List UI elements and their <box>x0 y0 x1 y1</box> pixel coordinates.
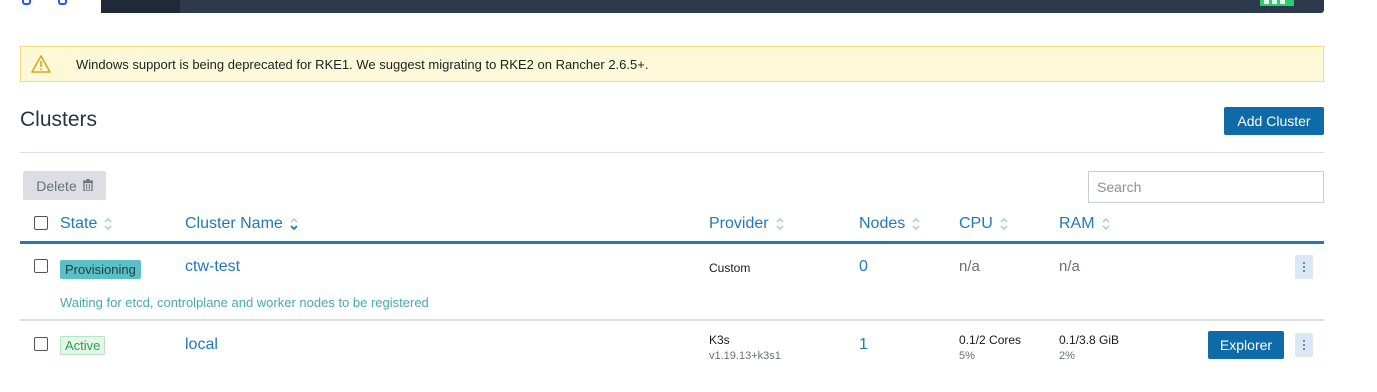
delete-button[interactable]: Delete <box>23 171 106 200</box>
provider-text: Custom <box>709 261 751 275</box>
column-label: Provider <box>709 215 769 232</box>
top-nav-bar <box>101 0 1324 13</box>
column-label: State <box>60 215 98 232</box>
page-title: Clusters <box>20 108 98 131</box>
column-label: Nodes <box>859 215 906 232</box>
ram-value: 0.1/3.8 GiB <box>1059 333 1120 347</box>
column-header-state[interactable]: State <box>60 215 113 233</box>
column-header-provider[interactable]: Provider <box>709 215 785 233</box>
cpu-value: n/a <box>959 258 980 275</box>
cpu-percent: 5% <box>959 350 975 362</box>
warning-icon <box>21 55 61 73</box>
row-checkbox[interactable] <box>34 337 48 351</box>
column-label: RAM <box>1059 215 1095 232</box>
kebab-dot-icon <box>1303 348 1305 350</box>
provider-text: K3s <box>709 333 730 347</box>
sort-icon <box>290 218 298 231</box>
cluster-name-link[interactable]: local <box>185 336 218 354</box>
kebab-dot-icon <box>1303 270 1305 272</box>
nodes-count-link[interactable]: 1 <box>859 336 868 354</box>
kebab-dot-icon <box>1303 344 1305 346</box>
status-badge: Active <box>60 336 106 355</box>
trash-icon <box>82 178 93 194</box>
table-header: State Cluster Name Provider Nodes CPU RA… <box>20 209 1324 244</box>
sort-icon <box>1000 218 1008 230</box>
ram-percent: 2% <box>1059 350 1075 362</box>
column-label: Cluster Name <box>185 215 283 232</box>
sort-icon <box>776 218 784 230</box>
status-badge: Provisioning <box>60 260 141 279</box>
select-all-checkbox[interactable] <box>34 216 48 230</box>
deprecation-banner: Windows support is being deprecated for … <box>20 46 1324 82</box>
row-status-message: Waiting for etcd, controlplane and worke… <box>60 295 429 310</box>
search-input[interactable] <box>1088 171 1324 203</box>
row-checkbox[interactable] <box>34 259 48 273</box>
add-cluster-button[interactable]: Add Cluster <box>1224 107 1324 135</box>
cpu-value: 0.1/2 Cores <box>959 333 1022 347</box>
user-avatar[interactable] <box>1260 0 1294 6</box>
ram-value: n/a <box>1059 258 1080 275</box>
column-header-ram[interactable]: RAM <box>1059 215 1111 233</box>
column-header-cpu[interactable]: CPU <box>959 215 1009 233</box>
header-divider <box>20 152 1324 153</box>
nav-cluster-selector[interactable] <box>101 0 180 13</box>
nodes-count-link[interactable]: 0 <box>859 258 868 276</box>
sort-icon <box>1102 218 1110 230</box>
column-header-cluster-name[interactable]: Cluster Name <box>185 215 299 233</box>
row-actions-menu[interactable] <box>1295 255 1313 279</box>
rancher-logo-icon[interactable] <box>22 0 72 6</box>
kebab-dot-icon <box>1303 266 1305 268</box>
provider-version: v1.19.13+k3s1 <box>709 350 781 362</box>
column-header-nodes[interactable]: Nodes <box>859 215 921 233</box>
column-label: CPU <box>959 215 993 232</box>
sort-icon <box>104 218 112 230</box>
explorer-button[interactable]: Explorer <box>1208 331 1284 359</box>
cluster-name-link[interactable]: ctw-test <box>185 258 240 276</box>
sort-icon <box>912 218 920 230</box>
kebab-dot-icon <box>1303 340 1305 342</box>
row-actions-menu[interactable] <box>1295 333 1313 357</box>
kebab-dot-icon <box>1303 262 1305 264</box>
delete-label: Delete <box>36 177 77 194</box>
banner-text: Windows support is being deprecated for … <box>76 56 649 72</box>
row-divider <box>20 319 1324 321</box>
